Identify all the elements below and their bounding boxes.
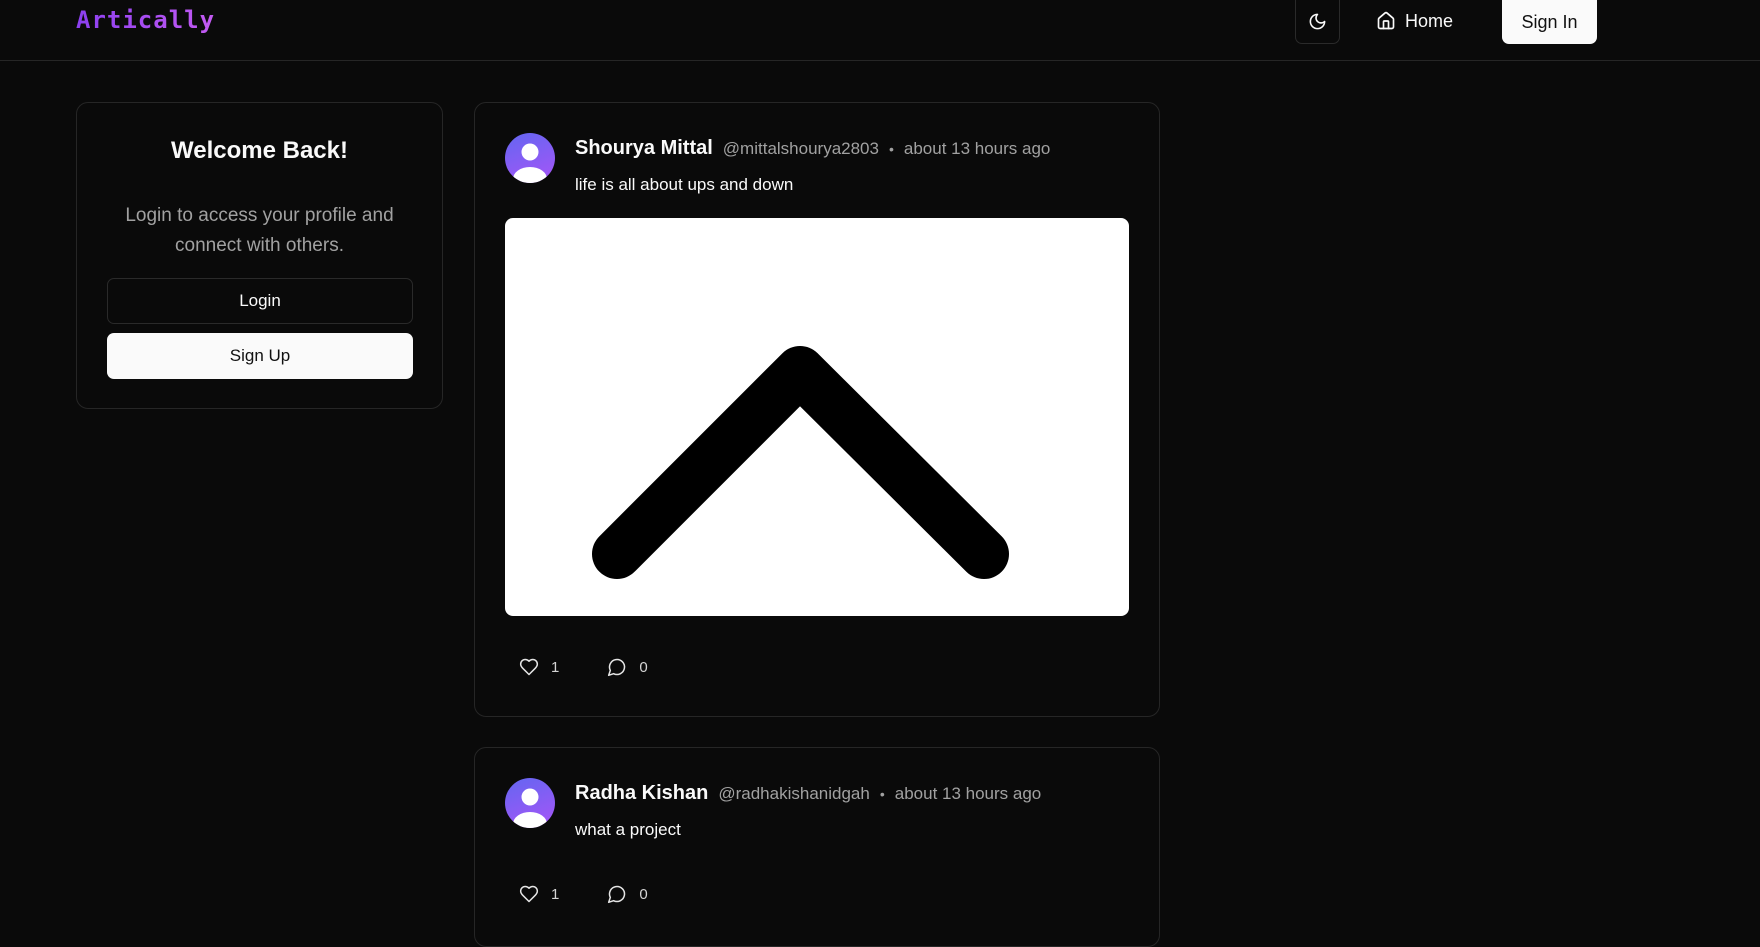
theme-toggle-button[interactable] xyxy=(1295,0,1340,44)
chevron-up-icon xyxy=(592,346,1009,579)
author-name[interactable]: Shourya Mittal xyxy=(575,137,713,160)
post-timestamp: about 13 hours ago xyxy=(894,784,1042,803)
post-actions: 1 0 xyxy=(519,884,648,904)
post-card: Radha Kishan @radhakishanidgah • about 1… xyxy=(474,747,1160,947)
comment-count: 0 xyxy=(639,885,648,903)
post-image[interactable] xyxy=(505,218,1129,616)
author-name[interactable]: Radha Kishan xyxy=(575,782,708,805)
like-count: 1 xyxy=(551,658,560,676)
post-text: what a project xyxy=(575,820,681,839)
like-button[interactable]: 1 xyxy=(519,884,559,904)
post-timestamp: about 13 hours ago xyxy=(903,139,1051,158)
welcome-subtitle: Login to access your profile and connect… xyxy=(125,205,394,256)
top-navbar: Artically Home Sign In xyxy=(0,0,1760,61)
sign-up-button[interactable]: Sign Up xyxy=(107,333,413,379)
post-text: life is all about ups and down xyxy=(575,175,794,194)
avatar[interactable] xyxy=(505,778,555,828)
moon-icon xyxy=(1309,13,1326,30)
like-button[interactable]: 1 xyxy=(519,657,559,677)
comment-button[interactable]: 0 xyxy=(607,884,648,904)
author-handle[interactable]: @mittalshourya2803 xyxy=(723,139,879,159)
heart-icon xyxy=(519,658,539,676)
welcome-card: Welcome Back! Login to access your profi… xyxy=(76,102,443,409)
post-card: Shourya Mittal @mittalshourya2803 • abou… xyxy=(474,102,1160,717)
home-nav-label: Home xyxy=(1405,10,1454,31)
brand-logo[interactable]: Artically xyxy=(76,6,215,34)
sign-in-button[interactable]: Sign In xyxy=(1502,0,1597,44)
author-handle[interactable]: @radhakishanidgah xyxy=(718,784,869,804)
welcome-title: Welcome Back! xyxy=(171,137,348,164)
meta-separator: • xyxy=(888,141,894,157)
heart-icon xyxy=(519,885,539,903)
meta-separator: • xyxy=(879,786,885,802)
user-avatar-icon xyxy=(513,788,547,828)
comment-count: 0 xyxy=(639,658,648,676)
comment-icon xyxy=(608,658,626,677)
comment-button[interactable]: 0 xyxy=(607,657,648,677)
like-count: 1 xyxy=(551,885,560,903)
post-actions: 1 0 xyxy=(519,657,648,677)
home-icon xyxy=(1377,11,1395,30)
post-header: Shourya Mittal @mittalshourya2803 • abou… xyxy=(575,137,1050,160)
comment-icon xyxy=(608,885,626,904)
user-avatar-icon xyxy=(513,143,547,183)
login-button[interactable]: Login xyxy=(107,278,413,324)
home-nav-link[interactable]: Home xyxy=(1376,0,1453,42)
post-header: Radha Kishan @radhakishanidgah • about 1… xyxy=(575,782,1041,805)
avatar[interactable] xyxy=(505,133,555,183)
